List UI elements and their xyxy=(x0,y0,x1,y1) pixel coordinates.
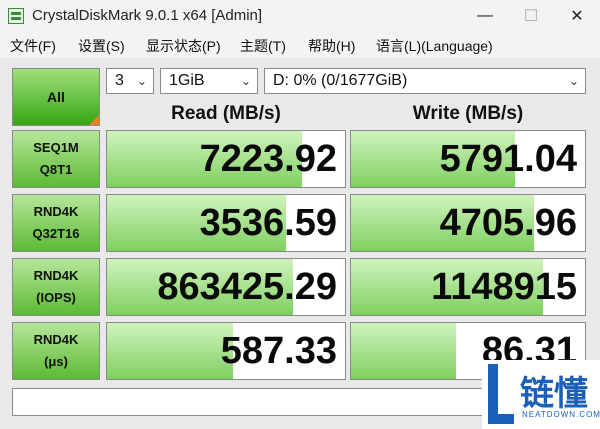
test-button-seq1m-q8t1[interactable]: SEQ1M Q8T1 xyxy=(12,130,100,188)
logo-mark-icon xyxy=(488,364,514,424)
test-size-value: 1GiB xyxy=(169,72,205,89)
menu-theme[interactable]: 主题(T) xyxy=(240,36,286,56)
write-result-value: 4705.96 xyxy=(439,202,577,244)
title-bar: CrystalDiskMark 9.0.1 x64 [Admin] — ☐ ✕ xyxy=(0,0,600,32)
read-result-cell: 863425.29 xyxy=(106,258,346,316)
logo-brand-text: 链懂 xyxy=(520,374,588,414)
chevron-down-icon: ⌄ xyxy=(136,74,147,88)
test-label-line2: Q8T1 xyxy=(39,162,73,177)
corner-marker xyxy=(89,115,99,125)
menu-help[interactable]: 帮助(H) xyxy=(308,36,355,56)
write-result-cell: 5791.04 xyxy=(350,130,586,188)
test-count-value: 3 xyxy=(115,72,124,89)
test-label-line1: RND4K xyxy=(33,332,79,347)
chevron-down-icon: ⌄ xyxy=(568,74,579,88)
read-result-value: 863425.29 xyxy=(157,266,337,308)
all-button-label: All xyxy=(47,89,65,105)
test-label-line2: (IOPS) xyxy=(36,290,76,305)
test-label-line2: Q32T16 xyxy=(32,226,80,241)
write-result-cell: 4705.96 xyxy=(350,194,586,252)
close-button[interactable]: ✕ xyxy=(554,0,600,32)
maximize-button[interactable]: ☐ xyxy=(508,0,554,32)
test-size-select[interactable]: 1GiB ⌄ xyxy=(160,68,258,94)
all-button[interactable]: All xyxy=(12,68,100,126)
chevron-down-icon: ⌄ xyxy=(240,74,251,88)
menu-language[interactable]: 语言(L)(Language) xyxy=(376,36,493,56)
write-header: Write (MB/s) xyxy=(412,103,524,124)
write-result-bar xyxy=(351,323,457,379)
test-button-rnd4k-q32t16[interactable]: RND4K Q32T16 xyxy=(12,194,100,252)
window-title: CrystalDiskMark 9.0.1 x64 [Admin] xyxy=(32,7,263,24)
test-label-line1: RND4K xyxy=(33,204,79,219)
drive-select[interactable]: D: 0% (0/1677GiB) ⌄ xyxy=(264,68,586,94)
read-result-cell: 7223.92 xyxy=(106,130,346,188)
minimize-button[interactable]: — xyxy=(462,0,508,32)
write-result-value: 5791.04 xyxy=(439,138,577,180)
write-result-value: 1148915 xyxy=(431,266,577,308)
read-result-cell: 3536.59 xyxy=(106,194,346,252)
watermark-logo: 链懂 NEATDOWN.COM xyxy=(482,360,600,429)
test-count-select[interactable]: 3 ⌄ xyxy=(106,68,154,94)
test-label-line1: SEQ1M xyxy=(33,140,79,155)
drive-value: D: 0% (0/1677GiB) xyxy=(273,72,408,89)
menu-display[interactable]: 显示状态(P) xyxy=(146,36,221,56)
test-button-rnd4k-latency[interactable]: RND4K (μs) xyxy=(12,322,100,380)
menu-settings[interactable]: 设置(S) xyxy=(78,36,125,56)
app-icon xyxy=(8,8,24,24)
write-result-cell: 1148915 xyxy=(350,258,586,316)
read-result-value: 587.33 xyxy=(220,330,337,372)
test-button-rnd4k-iops[interactable]: RND4K (IOPS) xyxy=(12,258,100,316)
test-label-line1: RND4K xyxy=(33,268,79,283)
read-result-value: 3536.59 xyxy=(199,202,337,244)
read-result-bar xyxy=(107,323,234,379)
read-result-value: 7223.92 xyxy=(199,138,337,180)
menu-bar: 文件(F) 设置(S) 显示状态(P) 主题(T) 帮助(H) 语言(L)(La… xyxy=(0,32,600,58)
menu-file[interactable]: 文件(F) xyxy=(10,36,56,56)
read-header: Read (MB/s) xyxy=(171,103,281,124)
logo-domain-text: NEATDOWN.COM xyxy=(522,410,600,419)
read-result-cell: 587.33 xyxy=(106,322,346,380)
test-label-line2: (μs) xyxy=(44,354,68,369)
